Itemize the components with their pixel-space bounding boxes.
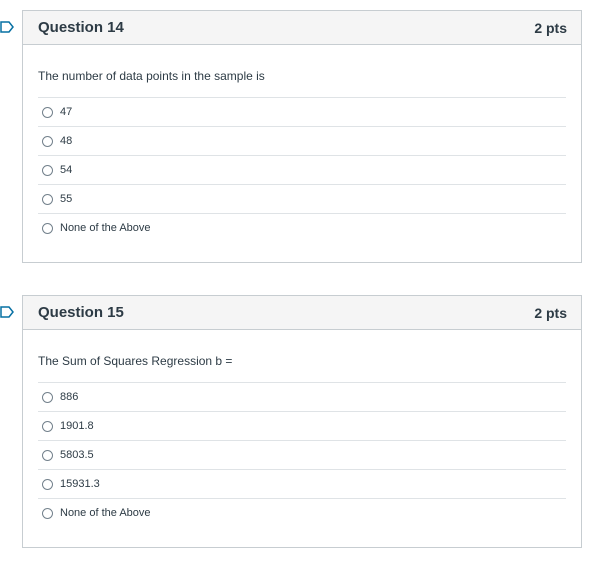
answer-label: 47 [60, 106, 73, 118]
question-points: 2 pts [534, 304, 567, 321]
radio-button[interactable] [42, 420, 53, 432]
answer-label: 48 [60, 135, 73, 147]
answer-label: 54 [60, 164, 73, 176]
answer-label: None of the Above [60, 222, 151, 234]
radio-button[interactable] [42, 222, 53, 234]
radio-button[interactable] [42, 135, 53, 147]
answer-option[interactable]: 48 [38, 126, 566, 155]
radio-button[interactable] [42, 391, 53, 403]
radio-button[interactable] [42, 507, 53, 519]
flag-icon[interactable] [0, 306, 14, 318]
question-points: 2 pts [534, 19, 567, 36]
question-header: Question 15 2 pts [23, 296, 581, 330]
answer-label: 15931.3 [60, 478, 100, 490]
answer-option[interactable]: None of the Above [38, 213, 566, 242]
answer-option[interactable]: 15931.3 [38, 469, 566, 498]
answer-label: 55 [60, 193, 73, 205]
question-card: Question 14 2 pts The number of data poi… [22, 10, 582, 263]
answer-option[interactable]: 47 [38, 97, 566, 126]
question-text: The Sum of Squares Regression b = [38, 354, 233, 368]
answer-option[interactable]: None of the Above [38, 498, 566, 527]
question-text: The number of data points in the sample … [38, 69, 265, 83]
answer-list: 47 48 54 55 None of the Above [38, 97, 566, 242]
question-title: Question 15 [38, 304, 124, 321]
answer-list: 886 1901.8 5803.5 15931.3 None of the Ab… [38, 382, 566, 527]
answer-option[interactable]: 5803.5 [38, 440, 566, 469]
radio-button[interactable] [42, 449, 53, 461]
radio-button[interactable] [42, 193, 53, 205]
answer-option[interactable]: 54 [38, 155, 566, 184]
answer-label: 5803.5 [60, 449, 94, 461]
question-title: Question 14 [38, 19, 124, 36]
radio-button[interactable] [42, 164, 53, 176]
radio-button[interactable] [42, 478, 53, 490]
answer-label: 1901.8 [60, 420, 94, 432]
radio-button[interactable] [42, 106, 53, 118]
answer-label: None of the Above [60, 507, 151, 519]
answer-option[interactable]: 886 [38, 382, 566, 411]
answer-option[interactable]: 55 [38, 184, 566, 213]
flag-icon[interactable] [0, 21, 14, 33]
question-card: Question 15 2 pts The Sum of Squares Reg… [22, 295, 582, 548]
answer-option[interactable]: 1901.8 [38, 411, 566, 440]
question-header: Question 14 2 pts [23, 11, 581, 45]
answer-label: 886 [60, 391, 79, 403]
